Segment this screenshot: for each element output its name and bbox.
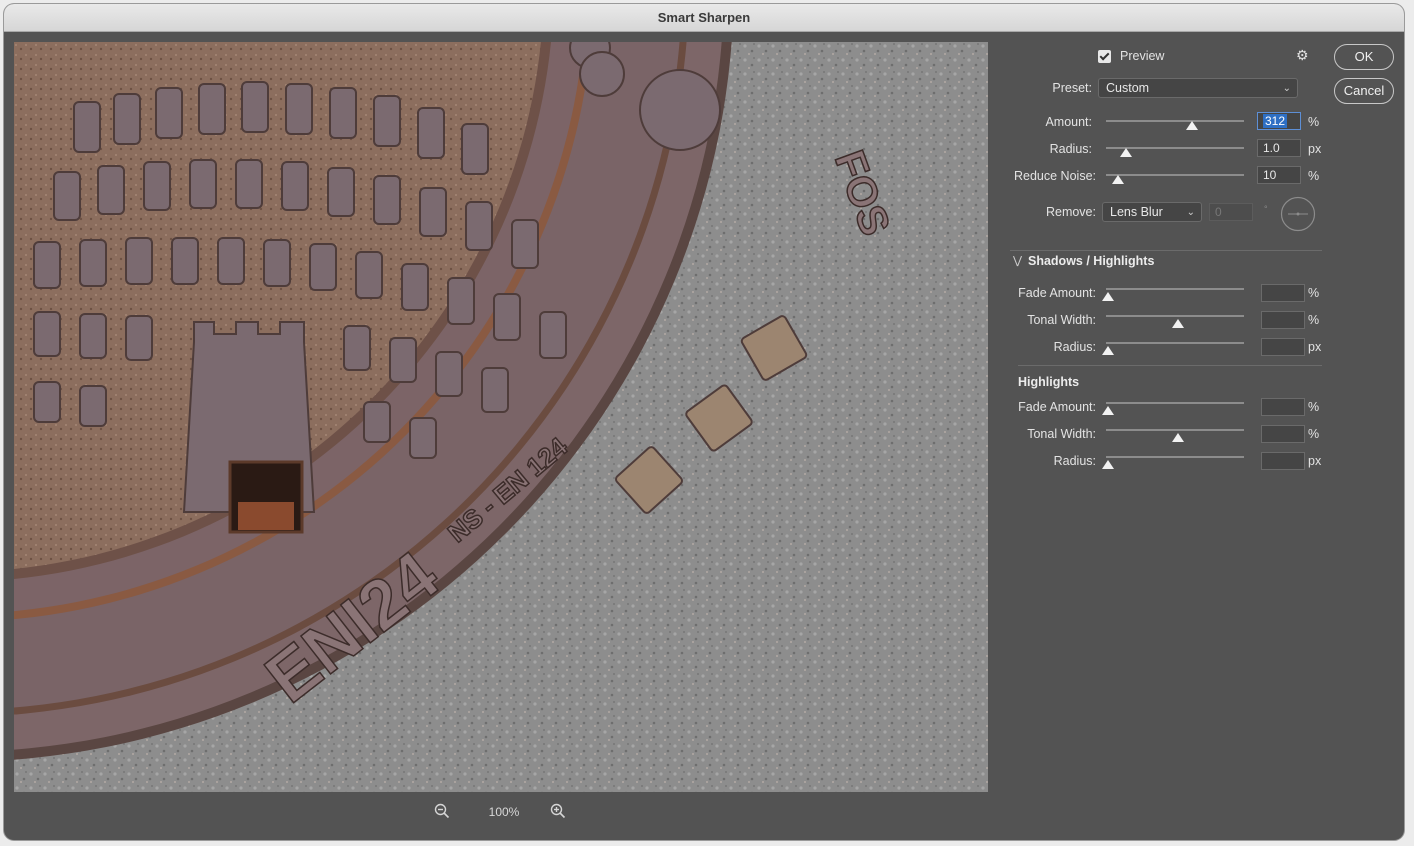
highlights-tonal-width-field[interactable] (1261, 425, 1305, 443)
dialog-title: Smart Sharpen (657, 10, 751, 25)
shadows-radius-track[interactable] (1106, 342, 1244, 344)
radius-unit: px (1308, 142, 1322, 156)
amount-unit: % (1308, 115, 1320, 129)
remove-value: Lens Blur (1110, 205, 1163, 219)
zoom-out-icon[interactable] (434, 803, 450, 819)
radius-label: Radius: (1049, 142, 1092, 156)
highlights-tonal-width-unit: % (1308, 427, 1320, 441)
amount-label: Amount: (1045, 115, 1092, 129)
shadows-fade-amount-field[interactable] (1261, 284, 1305, 302)
reduce-noise-label: Reduce Noise: (1014, 169, 1096, 183)
chevron-down-icon[interactable]: ⋁ (1013, 254, 1022, 267)
shadows-fade-amount-unit: % (1308, 286, 1320, 300)
preview-label: Preview (1120, 49, 1165, 63)
remove-select[interactable]: Lens Blur ⌄ (1102, 202, 1202, 222)
shadows-radius-thumb[interactable] (1102, 346, 1114, 355)
settings-panel: Preview ⚙ OK Cancel Preset: Custom ⌄ Amo… (1004, 34, 1404, 834)
section-divider (1018, 365, 1322, 366)
amount-slider-track[interactable] (1106, 120, 1244, 122)
preset-select[interactable]: Custom ⌄ (1098, 78, 1298, 98)
radius-field[interactable]: 1.0 (1257, 139, 1301, 157)
highlights-fade-amount-thumb[interactable] (1102, 406, 1114, 415)
smart-sharpen-dialog: Smart Sharpen ENI24 NS - EN 124 FOS 100%… (4, 4, 1404, 840)
highlights-fade-amount-label: Fade Amount: (1018, 400, 1096, 414)
amount-field[interactable]: 312 (1257, 112, 1301, 130)
shadows-tonal-width-track[interactable] (1106, 315, 1244, 317)
shadows-tonal-width-unit: % (1308, 313, 1320, 327)
shadows-fade-amount-label: Fade Amount: (1018, 286, 1096, 300)
highlights-radius-unit: px (1308, 454, 1322, 468)
reduce-noise-slider-thumb[interactable] (1112, 175, 1124, 184)
zoom-in-icon[interactable] (550, 803, 566, 819)
preset-value: Custom (1106, 81, 1150, 95)
preset-label: Preset: (1052, 81, 1092, 95)
shadows-radius-label: Radius: (1053, 340, 1096, 354)
cancel-button[interactable]: Cancel (1334, 78, 1394, 104)
ok-button[interactable]: OK (1334, 44, 1394, 70)
shadows-radius-unit: px (1308, 340, 1322, 354)
shadows-tonal-width-field[interactable] (1261, 311, 1305, 329)
amount-value: 312 (1263, 114, 1288, 128)
angle-field: 0 (1209, 203, 1253, 221)
zoom-level: 100% (488, 805, 520, 819)
highlights-tonal-width-track[interactable] (1106, 429, 1244, 431)
preview-checkbox[interactable] (1098, 50, 1111, 63)
remove-label: Remove: (1045, 205, 1096, 219)
highlights-radius-track[interactable] (1106, 456, 1244, 458)
shadows-fade-amount-track[interactable] (1106, 288, 1244, 290)
shadows-highlights-title[interactable]: Shadows / Highlights (1028, 254, 1154, 268)
shadows-tonal-width-label: Tonal Width: (1027, 313, 1096, 327)
section-divider (1010, 250, 1322, 251)
gear-icon[interactable]: ⚙ (1296, 47, 1309, 64)
radius-slider-thumb[interactable] (1120, 148, 1132, 157)
shadows-radius-field[interactable] (1261, 338, 1305, 356)
reduce-noise-unit: % (1308, 169, 1320, 183)
highlights-title: Highlights (1018, 375, 1080, 389)
angle-unit: ° (1264, 204, 1268, 214)
highlights-fade-amount-field[interactable] (1261, 398, 1305, 416)
highlights-radius-thumb[interactable] (1102, 460, 1114, 469)
shadows-tonal-width-thumb[interactable] (1172, 319, 1184, 328)
chevron-down-icon: ⌄ (1282, 83, 1291, 94)
zoom-controls: 100% (434, 800, 574, 824)
reduce-noise-field[interactable]: 10 (1257, 166, 1301, 184)
preview-image[interactable]: ENI24 NS - EN 124 FOS (14, 42, 988, 792)
amount-slider-thumb[interactable] (1186, 121, 1198, 130)
manhole-cover-image: ENI24 NS - EN 124 FOS (14, 42, 988, 792)
highlights-fade-amount-track[interactable] (1106, 402, 1244, 404)
reduce-noise-slider-track[interactable] (1106, 174, 1244, 176)
highlights-radius-field[interactable] (1261, 452, 1305, 470)
highlights-tonal-width-label: Tonal Width: (1027, 427, 1096, 441)
highlights-fade-amount-unit: % (1308, 400, 1320, 414)
angle-dial-icon[interactable] (1280, 196, 1316, 235)
highlights-radius-label: Radius: (1053, 454, 1096, 468)
title-bar: Smart Sharpen (4, 4, 1404, 32)
chevron-down-icon: ⌄ (1186, 207, 1195, 218)
highlights-tonal-width-thumb[interactable] (1172, 433, 1184, 442)
shadows-fade-amount-thumb[interactable] (1102, 292, 1114, 301)
